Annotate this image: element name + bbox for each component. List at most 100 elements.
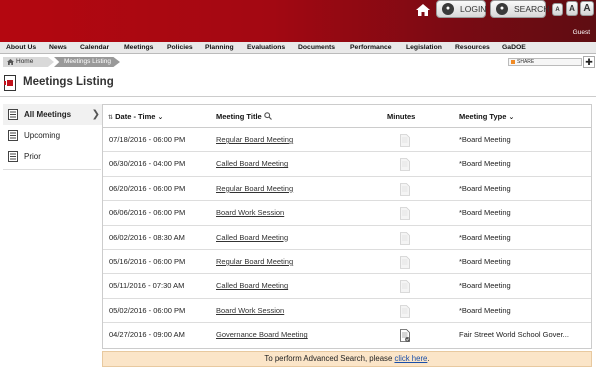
meeting-title-link[interactable]: Called Board Meeting	[216, 226, 288, 250]
meeting-type: *Board Meeting	[459, 183, 511, 193]
nav-item-resources[interactable]: Resources	[455, 44, 490, 51]
table-row: 06/02/2016 - 08:30 AM Called Board Meetin…	[103, 226, 591, 250]
sidebar-item-all-meetings[interactable]: All Meetings ❯	[3, 104, 102, 125]
table-body: 07/18/2016 - 06:00 PM Regular Board Meeti…	[103, 128, 591, 348]
column-header-type[interactable]: Meeting Type ⌄	[459, 105, 514, 129]
chevron-right-icon: ❯	[91, 109, 100, 120]
nav-item-documents[interactable]: Documents	[298, 44, 335, 51]
nav-item-meetings[interactable]: Meetings	[124, 44, 153, 51]
login-button[interactable]: ● LOGIN	[436, 0, 486, 18]
column-header-label: Meeting Title	[216, 112, 262, 121]
nav-item-legislation[interactable]: Legislation	[406, 44, 442, 51]
advanced-search-text: To perform Advanced Search, please	[264, 354, 395, 363]
sidebar-item-prior[interactable]: Prior	[3, 146, 102, 167]
table-row: 05/11/2016 - 07:30 AM Called Board Meetin…	[103, 274, 591, 299]
main-nav: About Us News Calendar Meetings Policies Plan…	[0, 42, 596, 54]
nav-item-about-us[interactable]: About Us	[6, 44, 36, 51]
meetings-icon	[4, 75, 16, 91]
search-circle-icon: ●	[496, 3, 508, 15]
table-row: 06/06/2016 - 06:00 PM Board Work Session *…	[103, 201, 591, 226]
share-button[interactable]: SHARE	[508, 58, 582, 66]
nav-item-calendar[interactable]: Calendar	[80, 44, 109, 51]
meeting-type: *Board Meeting	[459, 135, 511, 144]
table-row: 06/20/2016 - 06:00 PM Regular Board Meeti…	[103, 177, 591, 202]
meeting-title-link[interactable]: Regular Board Meeting	[216, 177, 293, 201]
login-icon: ●	[442, 3, 454, 15]
meeting-date: 06/06/2016 - 06:00 PM	[109, 208, 186, 218]
list-icon	[8, 151, 18, 162]
column-header-label: Date - Time	[115, 112, 156, 121]
meeting-date: 07/18/2016 - 06:00 PM	[109, 135, 186, 144]
nav-item-performance[interactable]: Performance	[350, 44, 392, 51]
advanced-search-suffix: .	[427, 354, 430, 363]
header-banner: ● LOGIN ● SEARCH A A A Guest	[0, 0, 596, 42]
meeting-title-link[interactable]: Called Board Meeting	[216, 274, 288, 298]
meeting-date: 05/11/2016 - 07:30 AM	[109, 281, 185, 291]
nav-item-evaluations[interactable]: Evaluations	[247, 44, 285, 51]
document-icon[interactable]	[400, 256, 410, 269]
table-header: ⇅ Date - Time ⌄ Meeting Title Minutes Me…	[103, 105, 591, 128]
document-icon[interactable]	[400, 207, 410, 221]
search-button[interactable]: ● SEARCH	[490, 0, 550, 18]
meeting-type: *Board Meeting	[459, 281, 511, 291]
chevron-down-icon: ⌄	[157, 114, 164, 121]
document-icon[interactable]	[400, 158, 410, 172]
meeting-type: *Board Meeting	[459, 305, 511, 315]
font-size-small-button[interactable]: A	[552, 3, 563, 16]
breadcrumb-current: Meetings Listing	[54, 57, 120, 67]
home-icon[interactable]	[416, 4, 430, 16]
document-approved-icon[interactable]	[400, 329, 410, 343]
nav-item-news[interactable]: News	[49, 44, 67, 51]
sidebar-item-label: Upcoming	[24, 131, 61, 140]
home-small-icon	[7, 59, 14, 65]
column-header-date[interactable]: ⇅ Date - Time ⌄	[108, 105, 163, 130]
page-title: Meetings Listing	[23, 76, 114, 88]
table-row: 05/02/2016 - 06:00 PM Board Work Session *…	[103, 299, 591, 324]
document-icon[interactable]	[400, 304, 410, 318]
meeting-title-link[interactable]: Regular Board Meeting	[216, 250, 293, 274]
column-header-title[interactable]: Meeting Title	[216, 105, 272, 128]
meeting-date: 04/27/2016 - 09:00 AM	[109, 330, 185, 340]
meeting-type: *Board Meeting	[459, 159, 511, 169]
meetings-table: ⇅ Date - Time ⌄ Meeting Title Minutes Me…	[102, 104, 592, 349]
nav-item-policies[interactable]: Policies	[167, 44, 193, 51]
meeting-title-link[interactable]: Called Board Meeting	[216, 152, 288, 176]
breadcrumb-home-label: Home	[16, 58, 34, 65]
sidebar-item-label: Prior	[24, 152, 41, 161]
advanced-search-link[interactable]: click here	[394, 354, 427, 363]
meeting-title-link[interactable]: Board Work Session	[216, 299, 284, 323]
search-label: SEARCH	[514, 4, 550, 14]
expand-icon[interactable]: ✚	[583, 56, 595, 68]
document-icon[interactable]	[400, 231, 410, 245]
table-row: 04/27/2016 - 09:00 AM Governance Board Me…	[103, 323, 591, 347]
meeting-type: *Board Meeting	[459, 208, 511, 218]
meeting-type: Fair Street World School Gover...	[459, 330, 569, 340]
font-size-large-button[interactable]: A	[580, 1, 594, 16]
title-divider	[0, 96, 596, 97]
meeting-title-link[interactable]: Governance Board Meeting	[216, 323, 308, 347]
meeting-date: 06/02/2016 - 08:30 AM	[109, 232, 185, 242]
advanced-search-note: To perform Advanced Search, please click…	[102, 351, 592, 367]
document-icon[interactable]	[400, 134, 410, 147]
font-size-medium-button[interactable]: A	[566, 1, 578, 16]
breadcrumb-home[interactable]: Home	[3, 57, 54, 67]
sidebar-item-upcoming[interactable]: Upcoming	[3, 125, 102, 146]
list-icon	[8, 130, 18, 141]
meeting-date: 05/02/2016 - 06:00 PM	[109, 305, 186, 315]
guest-label: Guest	[572, 29, 590, 36]
sort-arrows-icon: ⇅	[108, 115, 114, 121]
meeting-title-link[interactable]: Regular Board Meeting	[216, 128, 293, 152]
table-row: 07/18/2016 - 06:00 PM Regular Board Meeti…	[103, 128, 591, 153]
meetings-filter-menu: All Meetings ❯ Upcoming Prior	[3, 104, 102, 167]
list-icon	[8, 109, 18, 120]
meeting-title-link[interactable]: Board Work Session	[216, 201, 284, 225]
nav-item-planning[interactable]: Planning	[205, 44, 234, 51]
nav-item-gadoe[interactable]: GaDOE	[502, 44, 526, 51]
document-icon[interactable]	[400, 182, 410, 196]
table-row: 06/30/2016 - 04:00 PM Called Board Meetin…	[103, 152, 591, 177]
sidebar-item-label: All Meetings	[24, 110, 72, 119]
meeting-date: 06/30/2016 - 04:00 PM	[109, 159, 186, 169]
document-icon[interactable]	[400, 280, 410, 294]
search-icon[interactable]	[264, 112, 272, 120]
breadcrumb: Home Meetings Listing	[0, 55, 596, 68]
